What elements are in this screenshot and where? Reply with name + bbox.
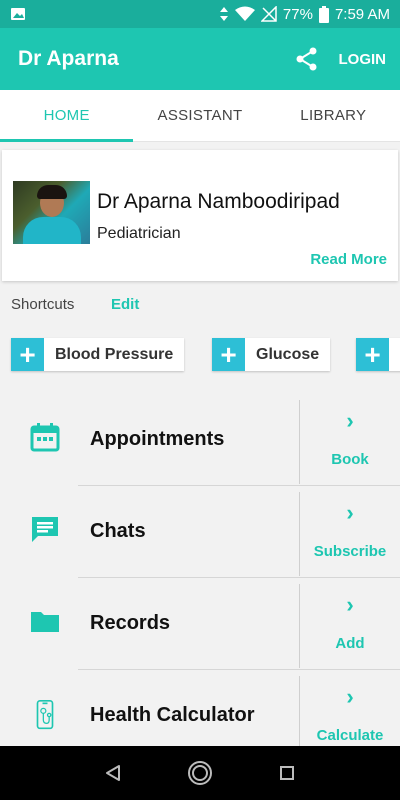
shortcut-label: Glucose [256,345,320,363]
action-label: Add [335,635,365,652]
read-more-link[interactable]: Read More [310,251,387,268]
calendar-icon [30,423,60,452]
row-divider [78,669,400,670]
feature-row-chats[interactable]: Chats › Subscribe [0,492,400,584]
shortcut-label: Blood Pressure [55,345,174,363]
data-arrows-icon [219,7,228,21]
system-nav-bar [0,746,400,800]
shortcut-blood-pressure[interactable]: + Blood Pressure [11,338,185,371]
chevron-right-icon: › [346,684,354,709]
plus-icon: + [356,338,389,371]
doctor-profile-card: Dr Aparna Namboodiripad Pediatrician Rea… [2,150,398,281]
feature-row-records[interactable]: Records › Add [0,584,400,676]
feature-title: Health Calculator [90,704,255,726]
row-divider [78,485,400,486]
wifi-icon [234,6,255,21]
image-notification-icon [11,8,25,20]
share-icon [296,47,316,71]
shortcut-more[interactable]: + [356,338,400,371]
battery-percent: 77% [282,5,313,23]
no-signal-icon [260,6,277,22]
tab-assistant[interactable]: ASSISTANT [133,90,266,141]
action-label: Book [331,451,369,468]
status-bar: 77% 7:59 AM [0,0,400,28]
app-bar: Dr Aparna LOGIN [0,28,400,90]
tab-bar: HOME ASSISTANT LIBRARY [0,90,400,142]
plus-icon: + [212,338,245,371]
health-calculator-icon [36,700,54,730]
feature-title: Records [90,612,171,634]
shortcut-glucose[interactable]: + Glucose [212,338,331,371]
home-button[interactable] [180,753,220,793]
subscribe-button[interactable]: › Subscribe [300,492,400,576]
chat-icon [32,517,58,542]
recents-square-icon [279,766,294,780]
login-button[interactable]: LOGIN [339,51,387,68]
feature-title: Appointments [90,428,225,450]
status-time: 7:59 AM [334,5,390,23]
app-title: Dr Aparna [18,47,119,70]
back-button[interactable] [93,753,133,793]
shortcuts-label: Shortcuts [11,296,75,313]
doctor-name: Dr Aparna Namboodiripad [97,190,340,213]
row-divider [78,577,400,578]
shortcuts-edit-button[interactable]: Edit [111,296,139,313]
chevron-right-icon: › [346,592,354,617]
share-button[interactable] [287,39,327,79]
doctor-specialty: Pediatrician [97,225,181,242]
plus-icon: + [11,338,44,371]
home-circle-icon [187,761,212,785]
recents-button[interactable] [267,753,307,793]
feature-row-appointments[interactable]: Appointments › Book [0,400,400,492]
tab-library[interactable]: LIBRARY [267,90,400,141]
chevron-right-icon: › [346,500,354,525]
book-button[interactable]: › Book [300,400,400,484]
action-label: Calculate [316,727,384,744]
back-triangle-icon [106,765,121,781]
doctor-avatar [13,181,90,244]
folder-icon [31,612,59,632]
add-button[interactable]: › Add [300,584,400,668]
tab-home[interactable]: HOME [0,90,134,142]
action-label: Subscribe [313,543,387,560]
app-screen: 77% 7:59 AM Dr Aparna LOGIN HOME ASSISTA… [0,0,400,800]
chevron-right-icon: › [346,408,354,433]
battery-icon [318,5,329,23]
feature-title: Chats [90,520,146,542]
